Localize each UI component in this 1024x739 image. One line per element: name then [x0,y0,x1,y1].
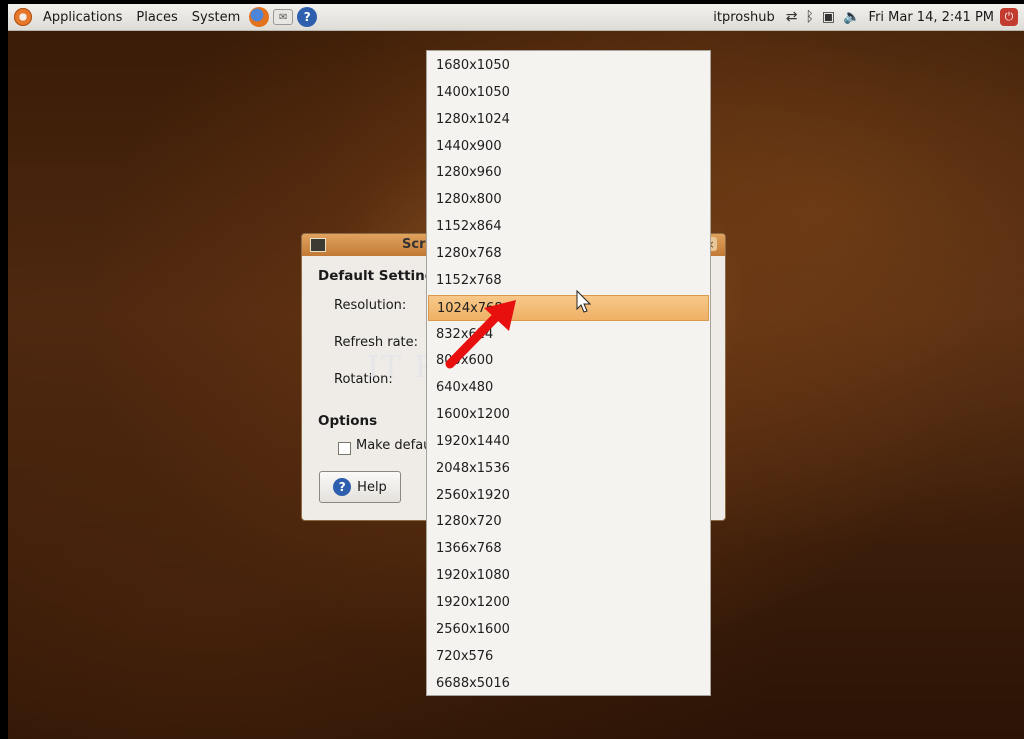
resolution-option[interactable]: 1600x1200 [428,402,709,428]
help-icon[interactable]: ? [297,7,318,27]
clock[interactable]: Fri Mar 14, 2:41 PM [869,10,994,25]
power-icon[interactable]: ⏻ [1000,8,1018,26]
resolution-option[interactable]: 832x624 [428,322,709,348]
resolution-option[interactable]: 1280x1024 [428,107,709,133]
resolution-option[interactable]: 1280x768 [428,241,709,267]
resolution-option[interactable]: 2560x1600 [428,617,709,643]
dialog-title: Scr [402,237,426,252]
refresh-rate-label: Refresh rate: [334,335,419,350]
resolution-option[interactable]: 1152x864 [428,214,709,240]
user-switcher[interactable]: itproshub [706,10,781,25]
resolution-option[interactable]: 1024x768 [428,294,709,321]
resolution-option[interactable]: 1280x960 [428,160,709,186]
resolution-option[interactable]: 1280x800 [428,187,709,213]
make-default-checkbox[interactable] [338,442,351,455]
screen-border-left [0,0,8,739]
resolution-option[interactable]: 2048x1536 [428,456,709,482]
places-menu[interactable]: Places [129,10,184,25]
make-default-label[interactable]: Make defau [356,438,431,453]
mail-icon[interactable]: ✉ [273,9,294,25]
resolution-option[interactable]: 800x600 [428,348,709,374]
resolution-option[interactable]: 1920x1440 [428,429,709,455]
resolution-label: Resolution: [334,298,407,313]
resolution-option[interactable]: 1920x1200 [428,590,709,616]
resolution-option[interactable]: 1680x1050 [428,53,709,79]
help-button[interactable]: ? Help [319,471,401,503]
resolution-dropdown-list[interactable]: 1680x1050 1400x1050 1280x1024 1440x900 1280x… [426,50,711,696]
resolution-option[interactable]: 1440x900 [428,134,709,160]
ubuntu-logo-icon[interactable] [14,8,32,26]
volume-icon[interactable]: 🔈 [843,9,860,25]
applications-menu[interactable]: Applications [36,10,129,25]
bluetooth-icon[interactable]: ᛒ [805,9,813,25]
display-icon[interactable]: ▣ [822,9,835,25]
system-menu[interactable]: System [185,10,247,25]
resolution-option[interactable]: 720x576 [428,644,709,670]
help-button-label: Help [357,479,387,495]
display-settings-icon [310,238,326,252]
resolution-option[interactable]: 1920x1080 [428,563,709,589]
default-settings-heading: Default Setting [318,268,435,284]
top-panel: Applications Places System ✉ ? itproshub… [8,4,1024,31]
options-heading: Options [318,413,378,429]
firefox-icon[interactable] [249,7,270,27]
resolution-option[interactable]: 1152x768 [428,268,709,294]
resolution-option[interactable]: 2560x1920 [428,483,709,509]
resolution-option[interactable]: 1400x1050 [428,80,709,106]
resolution-option[interactable]: 1366x768 [428,536,709,562]
help-icon: ? [333,478,352,496]
resolution-option[interactable]: 6688x5016 [428,671,709,697]
network-icon[interactable]: ⇄ [786,9,798,25]
resolution-option[interactable]: 640x480 [428,375,709,401]
resolution-option[interactable]: 1280x720 [428,509,709,535]
